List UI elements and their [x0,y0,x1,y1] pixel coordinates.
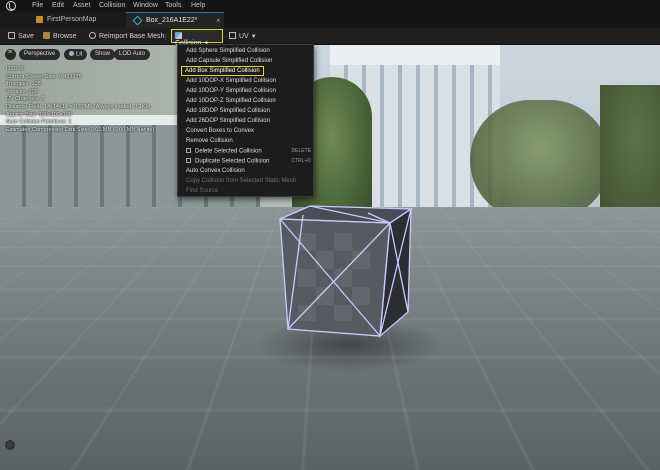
menu-bar: File Edit Asset Collision Window Tools H… [0,0,660,12]
menu-item-label: Delete Selected Collision [195,148,262,155]
lit-button[interactable]: Lit [64,49,88,60]
menu-item-add-capsule-collision[interactable]: Add Capsule Simplified Collision [186,58,272,64]
tab-first-person-map[interactable]: FirstPersonMap [0,12,126,28]
background-tree [600,85,660,215]
reimport-base-mesh-button[interactable]: Reimport Base Mesh [86,30,167,43]
menu-item-find-source: Find Source [186,188,219,194]
shortcut-ctrl-d: CTRL+D [291,158,311,164]
stat-line: LOD: 0 [6,66,24,72]
save-label: Save [18,33,34,40]
menu-edit[interactable]: Edit [52,2,64,9]
stat-line: Triangles: 108 [6,81,41,88]
menu-tools[interactable]: Tools [165,2,181,9]
perspective-button[interactable]: Perspective [19,49,61,60]
menu-item-copy-collision-from-selected: Copy Collision from Selected Static Mesh [186,178,297,184]
stat-line: Num Collision Primitives: 1 [6,119,72,126]
stat-line: Estimated Compressed Disk Size: 0.01 MB … [6,126,155,133]
menu-window[interactable]: Window [133,2,158,9]
level-icon [36,16,43,23]
menu-asset[interactable]: Asset [73,2,91,9]
tab-label: FirstPersonMap [47,16,97,23]
menu-item-add-18dop-collision[interactable]: Add 18DOP Simplified Collision [186,108,270,114]
show-label: Show [95,51,111,57]
menu-item-duplicate-selected-collision[interactable]: Duplicate Selected Collision CTRL+D [186,158,311,165]
close-tab-icon[interactable]: × [216,16,221,25]
collision-dropdown-button[interactable]: Collision▼ [171,29,223,47]
editor-toolbar: Save Browse Reimport Base Mesh ⋮ Collisi… [0,28,660,47]
collision-icon [175,32,182,39]
stat-line: Distance Field: 14x14x14 = 0.00Mb (Alway… [6,103,151,110]
menu-item-add-10dop-x-collision[interactable]: Add 10DOP-X Simplified Collision [186,78,276,84]
menu-item-add-10dop-y-collision[interactable]: Add 10DOP-Y Simplified Collision [186,88,276,94]
menu-collision[interactable]: Collision [99,2,125,9]
tab-bar: FirstPersonMap Box_216A1E22* × [0,12,660,28]
reimport-icon [89,32,96,39]
menu-item-remove-collision[interactable]: Remove Collision [186,138,233,144]
menu-item-convert-boxes-to-convex[interactable]: Convert Boxes to Convex [186,128,254,134]
save-button[interactable]: Save [5,30,37,43]
reimport-label: Reimport Base Mesh [99,33,165,40]
lod-auto-button[interactable]: LOD Auto [114,49,151,60]
menu-item-add-26dop-collision[interactable]: Add 26DOP Simplified Collision [186,118,270,124]
background-tree [470,100,610,220]
shortcut-delete: DELETE [291,148,311,154]
menu-help[interactable]: Help [191,2,205,9]
box-mesh-with-collision[interactable] [268,203,428,343]
browse-label: Browse [53,33,77,40]
menu-item-add-10dop-z-collision[interactable]: Add 10DOP-Z Simplified Collision [186,98,276,104]
menu-item-add-sphere-collision[interactable]: Add Sphere Simplified Collision [186,48,270,54]
unreal-logo-icon[interactable] [6,1,16,11]
more-options-icon[interactable]: ⋮ [162,33,169,41]
tab-static-mesh-editor[interactable]: Box_216A1E22* × [126,12,224,28]
uv-dropdown-button[interactable]: UV ▼ [226,30,260,43]
viewport-options-button[interactable] [5,49,16,60]
menu-file[interactable]: File [32,2,43,9]
viewport-settings-gear-icon[interactable] [5,440,15,450]
mesh-stats-overlay: LOD: 0 Current Screen Size: 0.433375 Tri… [6,66,154,134]
trash-icon [186,148,191,153]
perspective-label: Perspective [24,51,56,57]
lit-label: Lit [76,51,83,58]
menu-item-delete-selected-collision[interactable]: Delete Selected Collision DELETE [186,148,311,155]
chevron-down-icon: ▼ [250,34,257,40]
show-button[interactable]: Show [90,49,116,60]
save-icon [8,32,15,39]
lod-label: LOD Auto [119,51,146,57]
static-mesh-icon [132,15,143,26]
uv-label: UV [239,33,249,40]
uv-icon [229,32,236,39]
menu-item-auto-convex-collision[interactable]: Auto Convex Collision [186,168,245,174]
folder-icon [43,32,50,39]
menu-item-label: Duplicate Selected Collision [195,158,270,165]
collision-dropdown-menu: Add Sphere Simplified Collision Add Caps… [177,44,314,197]
lit-icon [69,51,74,56]
menu-item-add-box-collision[interactable]: Add Box Simplified Collision [181,66,264,76]
stat-line: UV Channels: 1 [6,96,45,103]
mesh-viewport[interactable]: Perspective Lit Show LOD Auto LOD: 0 Cur… [0,45,660,470]
background-building-right-top [330,45,500,65]
duplicate-icon [186,158,191,163]
tab-label: Box_216A1E22* [146,17,198,24]
browse-button[interactable]: Browse [40,30,79,43]
